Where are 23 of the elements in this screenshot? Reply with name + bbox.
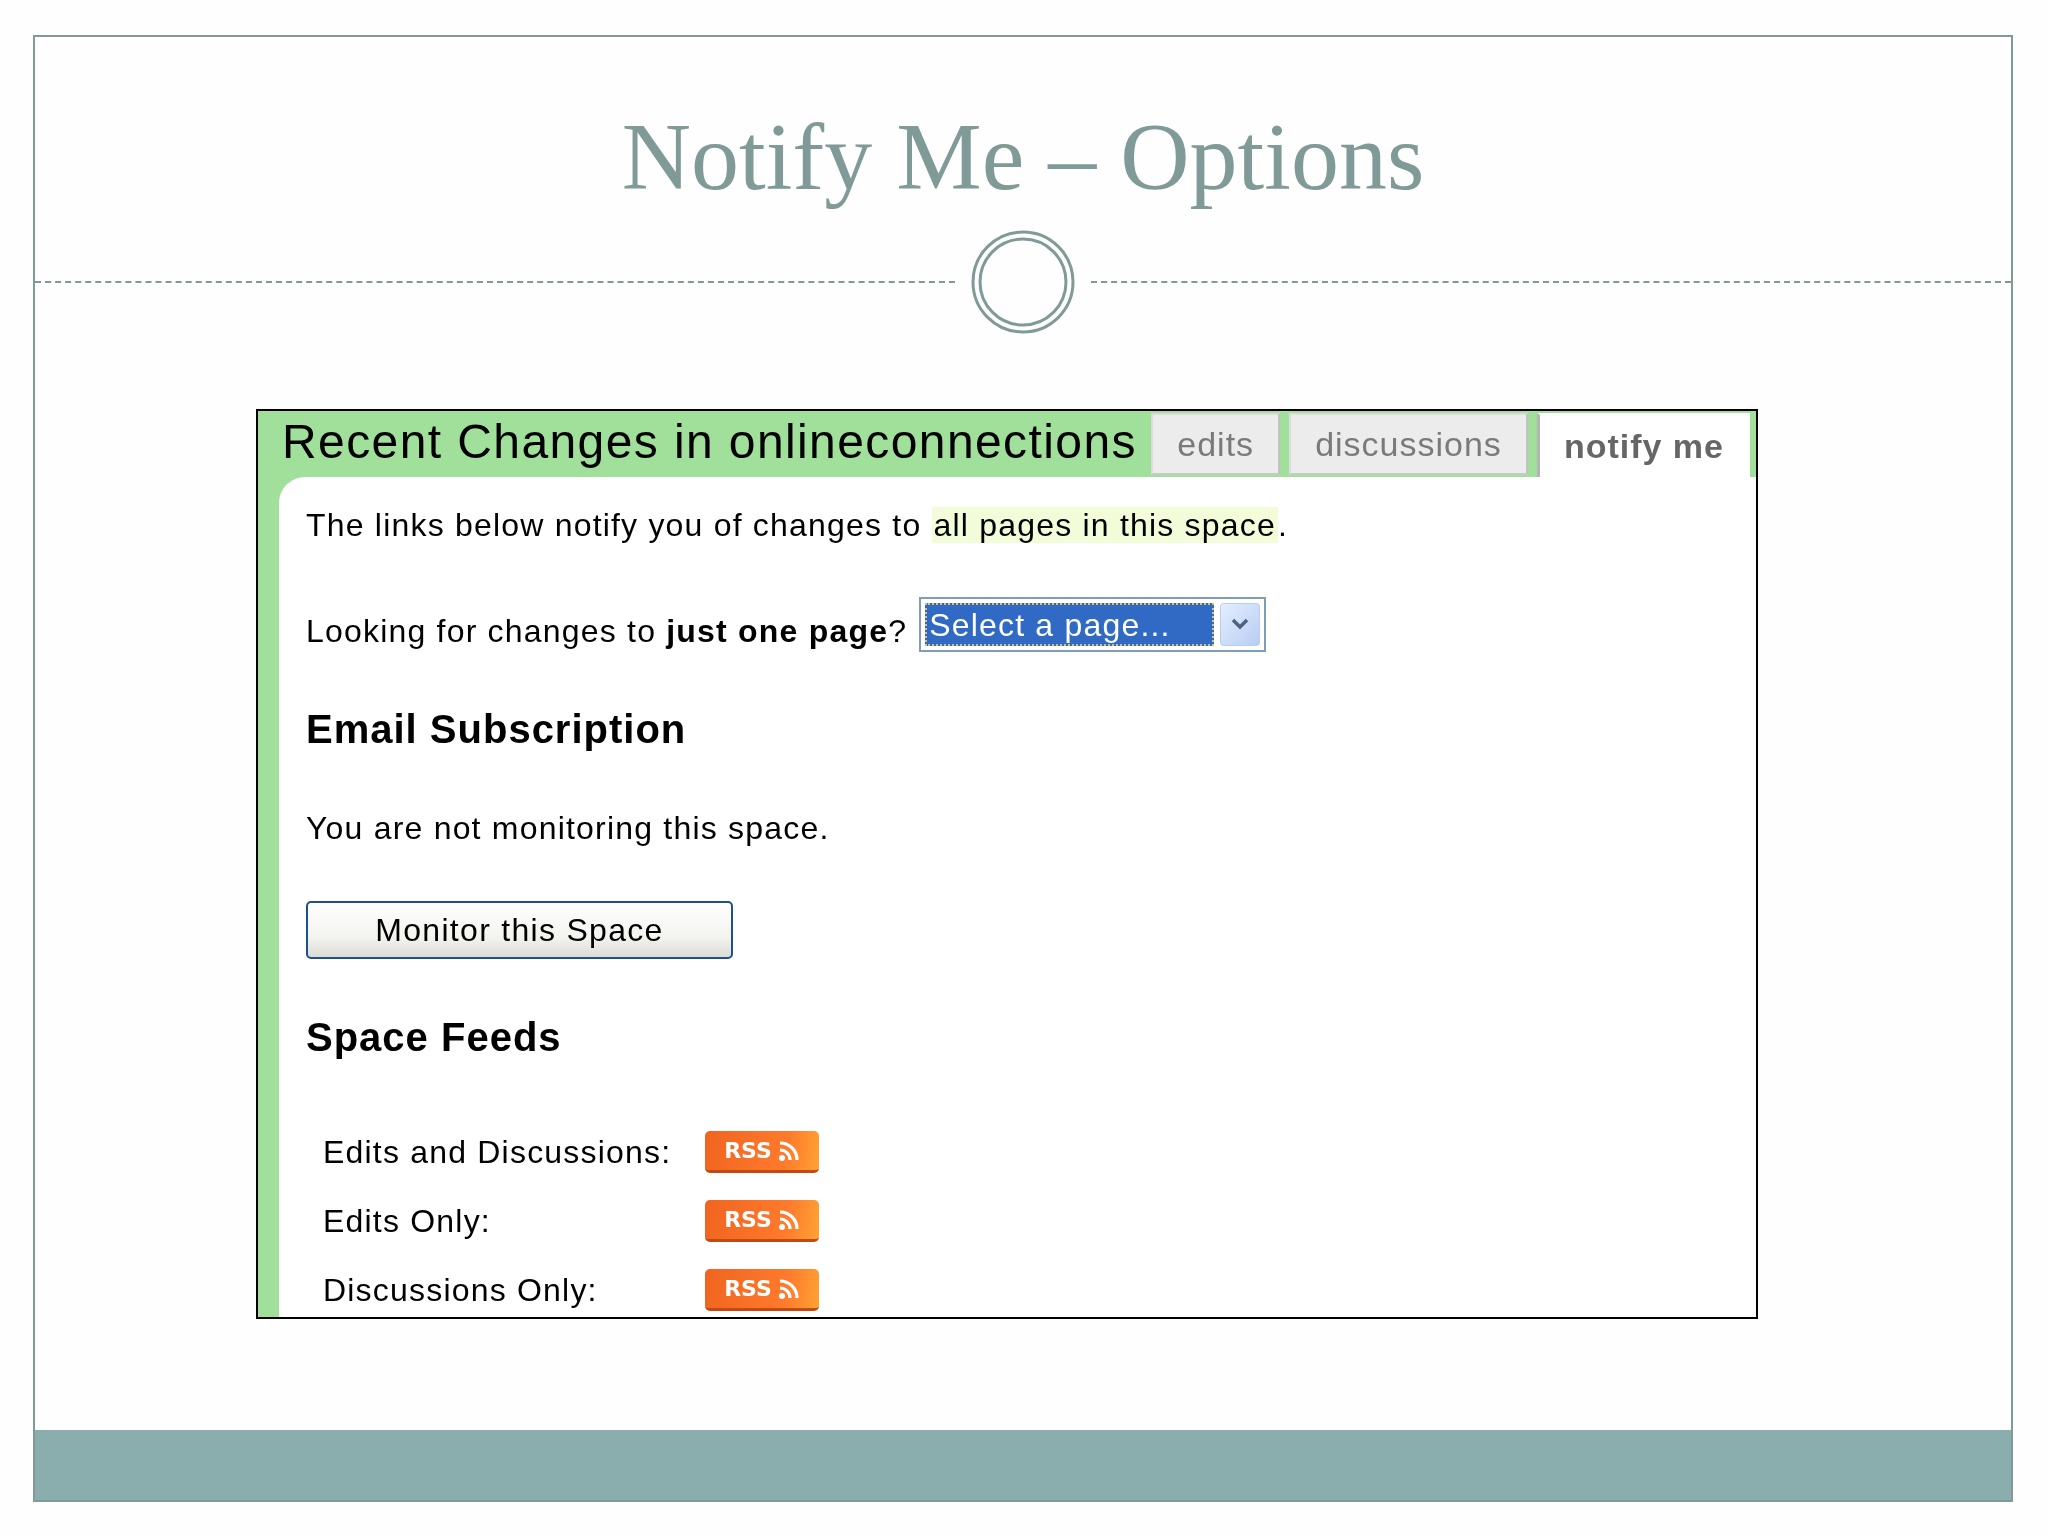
feed-label: Edits Only: [323, 1202, 492, 1242]
panel-heading: Recent Changes in onlineconnections [281, 415, 1138, 470]
section-heading: Space Feeds [306, 1014, 563, 1062]
section-heading: Email Subscription [306, 706, 688, 754]
feed-icon [777, 1208, 800, 1231]
status-text: You are not monitoring this space. [306, 809, 831, 849]
slide-title: Notify Me – Options [620, 102, 1426, 212]
rss-button[interactable]: RSS [705, 1131, 819, 1174]
rss-button[interactable]: RSS [705, 1269, 819, 1312]
ring-icon [971, 230, 1075, 335]
intro-text: The links below notify you of changes to all pages in this space. [306, 506, 1290, 546]
feed-label: Edits and Discussions: [323, 1133, 673, 1173]
feed-label: Discussions Only: [323, 1271, 599, 1311]
tab[interactable]: discussions [1289, 413, 1528, 476]
rss-button[interactable]: RSS [705, 1200, 819, 1243]
page-select[interactable]: Select a page... [919, 597, 1267, 653]
feed-icon [777, 1139, 800, 1162]
question-text: Looking for changes to just one page? [306, 611, 908, 651]
monitor-button[interactable]: Monitor this Space [306, 901, 733, 960]
feed-icon [777, 1277, 800, 1300]
tab[interactable]: notify me [1536, 413, 1750, 478]
tab[interactable]: edits [1151, 413, 1281, 476]
chevron-down-icon [1220, 603, 1261, 647]
